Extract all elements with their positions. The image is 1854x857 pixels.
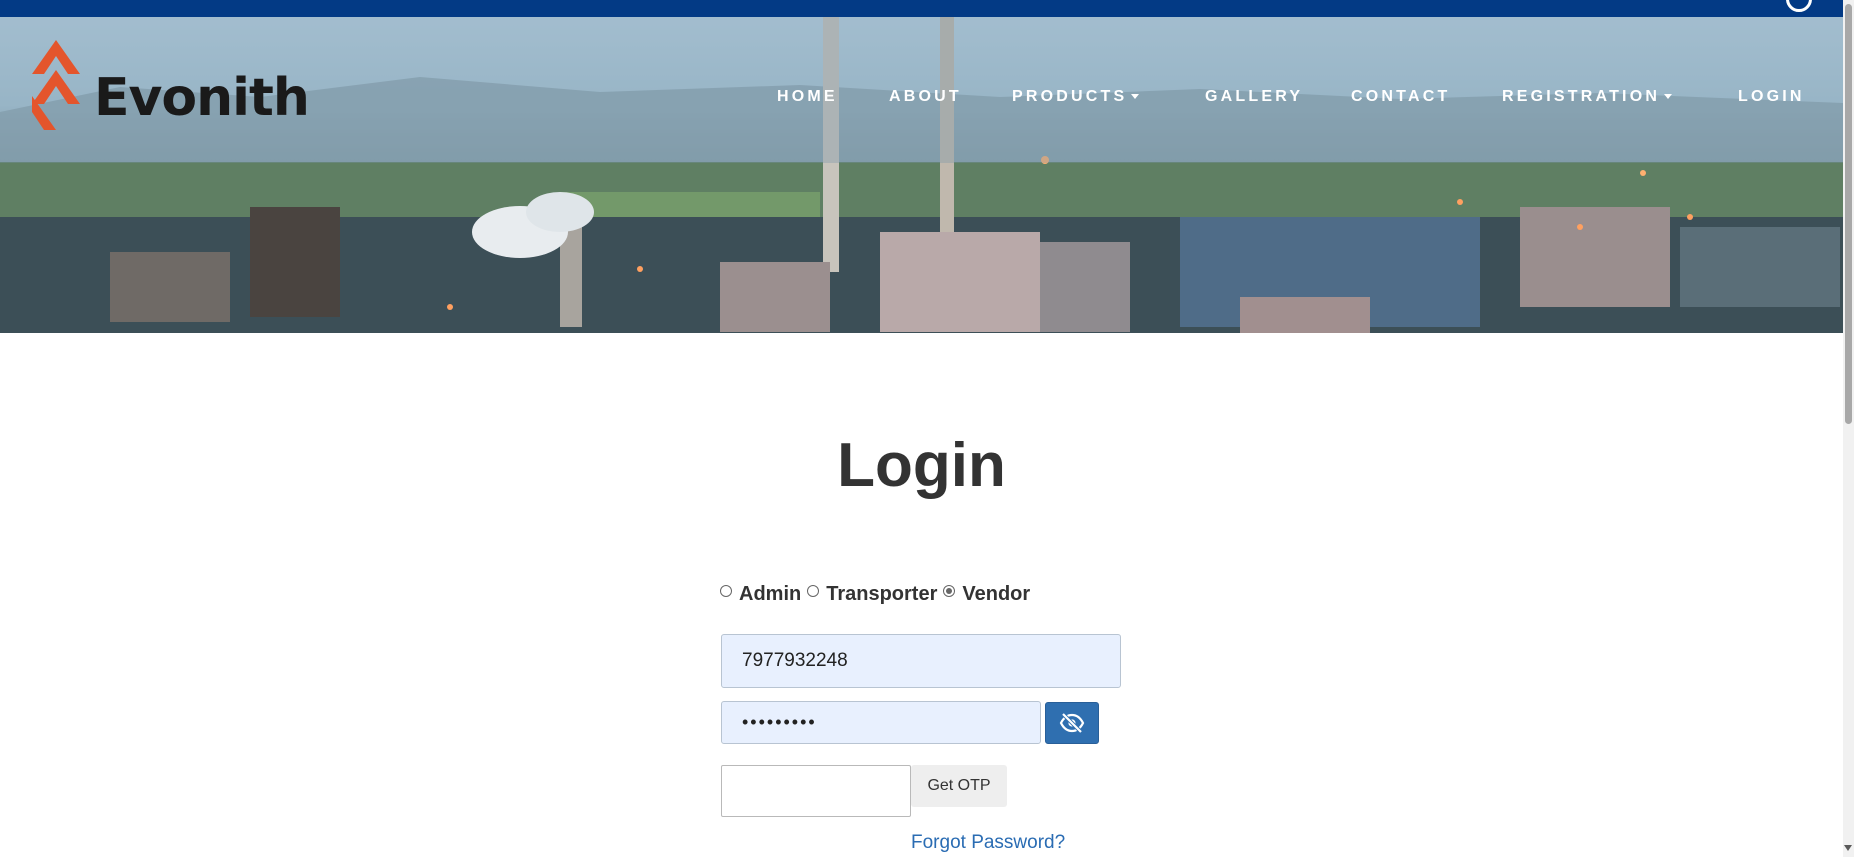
role-vendor-label: Vendor xyxy=(962,582,1031,605)
role-vendor[interactable]: Vendor xyxy=(943,583,1030,606)
role-admin-radio[interactable] xyxy=(720,585,732,597)
role-selector: Admin Transporter Vendor xyxy=(720,582,1036,606)
role-admin[interactable]: Admin xyxy=(720,583,801,606)
forgot-password-link[interactable]: Forgot Password? xyxy=(911,832,1065,854)
phone-input[interactable]: 7977932248 xyxy=(721,634,1121,688)
nav-contact[interactable]: CONTACT xyxy=(1351,88,1450,106)
nav-about[interactable]: ABOUT xyxy=(889,88,962,106)
nav-contact-label: CONTACT xyxy=(1351,88,1451,105)
nav-login[interactable]: LOGIN xyxy=(1738,88,1805,106)
caret-down-icon xyxy=(1664,94,1673,100)
nav-products-label: PRODUCTS xyxy=(1012,88,1128,105)
otp-input[interactable] xyxy=(721,765,911,817)
role-transporter[interactable]: Transporter xyxy=(807,583,937,606)
role-vendor-radio[interactable] xyxy=(943,585,956,597)
nav-home[interactable]: HOME xyxy=(777,88,838,106)
get-otp-button[interactable]: Get OTP xyxy=(911,765,1007,807)
nav-gallery[interactable]: GALLERY xyxy=(1205,88,1303,106)
nav-registration-label: REGISTRATION xyxy=(1502,88,1661,105)
chevron-arrows-icon xyxy=(32,40,80,130)
login-title: Login xyxy=(837,431,1006,500)
password-input[interactable]: ••••••••• xyxy=(721,701,1041,744)
caret-down-icon xyxy=(1131,94,1140,100)
nav-home-label: HOME xyxy=(777,88,838,105)
main-nav: HOME ABOUT PRODUCTS GALLERY CONTACT REGI… xyxy=(0,88,1843,112)
nav-gallery-label: GALLERY xyxy=(1205,88,1304,105)
nav-about-label: ABOUT xyxy=(889,88,962,105)
eye-slash-icon xyxy=(1059,712,1085,734)
nav-products[interactable]: PRODUCTS xyxy=(1012,88,1140,106)
role-transporter-label: Transporter xyxy=(826,582,938,605)
nav-login-label: LOGIN xyxy=(1738,88,1805,105)
role-transporter-radio[interactable] xyxy=(807,585,820,597)
page-scrollbar[interactable] xyxy=(1843,0,1854,857)
role-admin-label: Admin xyxy=(739,582,802,605)
nav-registration[interactable]: REGISTRATION xyxy=(1502,88,1673,106)
scroll-down-arrow-icon[interactable] xyxy=(1844,845,1852,851)
top-bar xyxy=(0,0,1854,17)
toggle-password-button[interactable] xyxy=(1045,702,1099,744)
account-circle-icon[interactable] xyxy=(1786,0,1812,12)
scrollbar-thumb[interactable] xyxy=(1845,4,1852,424)
